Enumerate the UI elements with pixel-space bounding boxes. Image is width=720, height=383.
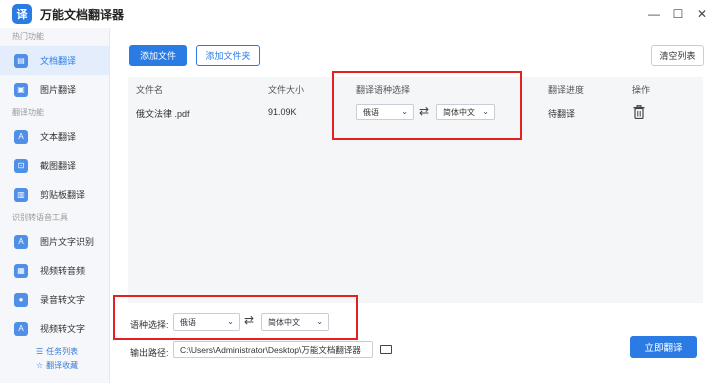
sidebar-section-title: 识别转语音工具 [12, 213, 68, 222]
file-size: 91.09K [268, 107, 297, 117]
sidebar-item-label: 视频转文字 [40, 324, 86, 334]
output-path-label: 输出路径: [130, 348, 169, 358]
favorites-label: 翻译收藏 [46, 360, 79, 370]
sidebar-section-title: 热门功能 [12, 32, 44, 41]
sidebar: 热门功能 ▤ 文档翻译 ▣ 图片翻译 翻译功能 A 文本翻译 ⊡ 截图翻译 ▥ … [0, 28, 110, 383]
text-icon: A [14, 129, 28, 144]
sidebar-item-text-translate[interactable]: A 文本翻译 [0, 122, 109, 151]
screenshot-icon: ⊡ [14, 158, 28, 173]
sidebar-item-label: 图片文字识别 [40, 237, 95, 247]
video-text-icon: A [14, 321, 28, 336]
app-title: 万能文档翻译器 [40, 7, 125, 22]
ocr-icon: A [14, 234, 28, 249]
add-file-button[interactable]: 添加文件 [129, 45, 187, 66]
maximize-button[interactable]: ☐ [668, 4, 688, 24]
sidebar-item-label: 录音转文字 [40, 295, 86, 305]
clipboard-icon: ▥ [14, 187, 28, 202]
translate-now-button[interactable]: 立即翻译 [630, 336, 697, 358]
minimize-button[interactable]: — [644, 4, 664, 24]
sidebar-item-ocr[interactable]: A 图片文字识别 [0, 227, 109, 256]
output-path-input[interactable]: C:\Users\Administrator\Desktop\万能文档翻译器 [173, 341, 373, 358]
title-bar: 译 万能文档翻译器 — ☐ ✕ [0, 0, 720, 28]
task-list-link[interactable]: ☰ 任务列表 [0, 344, 110, 358]
sidebar-item-document-translate[interactable]: ▤ 文档翻译 [0, 46, 109, 75]
app-logo-icon: 译 [12, 4, 32, 24]
sidebar-item-video-to-text[interactable]: A 视频转文字 [0, 314, 109, 343]
image-icon: ▣ [14, 82, 28, 97]
trash-icon[interactable] [633, 105, 645, 119]
header-progress: 翻译进度 [548, 85, 585, 95]
window-controls: — ☐ ✕ [644, 4, 712, 24]
document-icon: ▤ [14, 53, 28, 68]
header-file-size: 文件大小 [268, 85, 305, 95]
sidebar-item-label: 截图翻译 [40, 161, 77, 171]
star-icon: ☆ [36, 360, 44, 370]
sidebar-item-clipboard-translate[interactable]: ▥ 剪贴板翻译 [0, 180, 109, 209]
sidebar-item-label: 文档翻译 [40, 56, 77, 66]
sidebar-item-label: 图片翻译 [40, 85, 77, 95]
mic-icon: ● [14, 292, 28, 307]
sidebar-item-video-to-audio[interactable]: ▦ 视频转音频 [0, 256, 109, 285]
clear-list-button[interactable]: 清空列表 [651, 45, 704, 66]
list-icon: ☰ [36, 346, 44, 356]
video-icon: ▦ [14, 263, 28, 278]
add-folder-button[interactable]: 添加文件夹 [196, 45, 260, 66]
sidebar-item-image-translate[interactable]: ▣ 图片翻译 [0, 75, 109, 104]
footer-language-highlight-box [113, 295, 358, 340]
sidebar-bottom-links: ☰ 任务列表 ☆ 翻译收藏 [0, 344, 110, 372]
file-name: 俄文法律 .pdf [136, 109, 190, 119]
header-action: 操作 [632, 85, 651, 95]
sidebar-item-label: 剪贴板翻译 [40, 190, 86, 200]
sidebar-item-audio-to-text[interactable]: ● 录音转文字 [0, 285, 109, 314]
sidebar-section-title: 翻译功能 [12, 108, 44, 117]
favorites-link[interactable]: ☆ 翻译收藏 [0, 358, 110, 372]
sidebar-item-screenshot-translate[interactable]: ⊡ 截图翻译 [0, 151, 109, 180]
sidebar-item-label: 视频转音频 [40, 266, 86, 276]
language-highlight-box [332, 71, 522, 140]
sidebar-item-label: 文本翻译 [40, 132, 77, 142]
header-file-name: 文件名 [136, 85, 164, 95]
folder-icon[interactable] [380, 345, 392, 354]
file-progress: 待翻译 [548, 109, 576, 119]
task-list-label: 任务列表 [46, 346, 79, 356]
close-button[interactable]: ✕ [692, 4, 712, 24]
